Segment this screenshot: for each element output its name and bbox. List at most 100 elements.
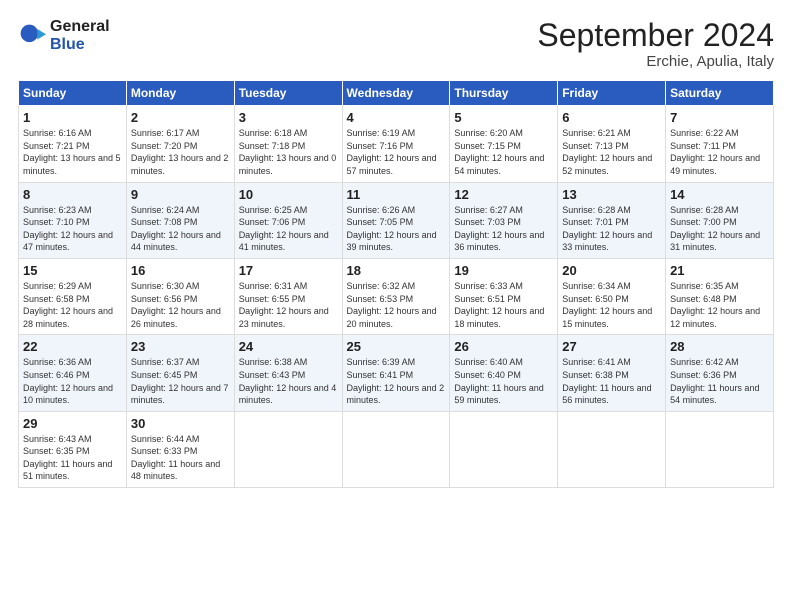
logo-general: General <box>50 18 110 36</box>
table-row <box>666 411 774 487</box>
cell-content: Sunrise: 6:34 AMSunset: 6:50 PMDaylight:… <box>562 280 661 330</box>
day-number: 21 <box>670 263 769 278</box>
cell-content: Sunrise: 6:42 AMSunset: 6:36 PMDaylight:… <box>670 356 769 406</box>
week-row-3: 15Sunrise: 6:29 AMSunset: 6:58 PMDayligh… <box>19 258 774 334</box>
table-row: 28 Sunrise: 6:42 AMSunset: 6:36 PMDayligh… <box>666 335 774 411</box>
day-number: 10 <box>239 187 338 202</box>
day-number: 27 <box>562 339 661 354</box>
cell-content: Sunrise: 6:38 AMSunset: 6:43 PMDaylight:… <box>239 356 338 406</box>
table-row: 25 Sunrise: 6:39 AMSunset: 6:41 PMDayligh… <box>342 335 450 411</box>
cell-content: Sunrise: 6:22 AMSunset: 7:11 PMDaylight:… <box>670 127 769 177</box>
table-row: 17Sunrise: 6:31 AMSunset: 6:55 PMDayligh… <box>234 258 342 334</box>
cell-content: Sunrise: 6:40 AMSunset: 6:40 PMDaylight:… <box>454 356 553 406</box>
table-row: 8Sunrise: 6:23 AMSunset: 7:10 PMDaylight… <box>19 182 127 258</box>
day-number: 5 <box>454 110 553 125</box>
cell-content: Sunrise: 6:24 AMSunset: 7:08 PMDaylight:… <box>131 204 230 254</box>
cell-content: Sunrise: 6:37 AMSunset: 6:45 PMDaylight:… <box>131 356 230 406</box>
day-number: 20 <box>562 263 661 278</box>
table-row: 29 Sunrise: 6:43 AMSunset: 6:35 PMDayligh… <box>19 411 127 487</box>
day-number: 25 <box>347 339 446 354</box>
day-number: 2 <box>131 110 230 125</box>
subtitle: Erchie, Apulia, Italy <box>537 53 774 70</box>
day-number: 14 <box>670 187 769 202</box>
day-number: 7 <box>670 110 769 125</box>
main-title: September 2024 <box>537 18 774 53</box>
table-row: 14Sunrise: 6:28 AMSunset: 7:00 PMDayligh… <box>666 182 774 258</box>
table-row: 13 Sunrise: 6:28 AMSunset: 7:01 PMDayligh… <box>558 182 666 258</box>
cell-content: Sunrise: 6:28 AMSunset: 7:01 PMDaylight:… <box>562 204 661 254</box>
day-number: 23 <box>131 339 230 354</box>
day-number: 16 <box>131 263 230 278</box>
cell-content: Sunrise: 6:20 AMSunset: 7:15 PMDaylight:… <box>454 127 553 177</box>
table-row: 18 Sunrise: 6:32 AMSunset: 6:53 PMDayligh… <box>342 258 450 334</box>
table-row: 7 Sunrise: 6:22 AMSunset: 7:11 PMDaylight… <box>666 106 774 182</box>
table-row: 6Sunrise: 6:21 AMSunset: 7:13 PMDaylight… <box>558 106 666 182</box>
table-row: 20 Sunrise: 6:34 AMSunset: 6:50 PMDayligh… <box>558 258 666 334</box>
table-row: 1Sunrise: 6:16 AMSunset: 7:21 PMDaylight… <box>19 106 127 182</box>
calendar-body: 1Sunrise: 6:16 AMSunset: 7:21 PMDaylight… <box>19 106 774 488</box>
col-sunday: Sunday <box>19 81 127 106</box>
cell-content: Sunrise: 6:39 AMSunset: 6:41 PMDaylight:… <box>347 356 446 406</box>
col-tuesday: Tuesday <box>234 81 342 106</box>
table-row: 19 Sunrise: 6:33 AMSunset: 6:51 PMDayligh… <box>450 258 558 334</box>
cell-content: Sunrise: 6:17 AMSunset: 7:20 PMDaylight:… <box>131 127 230 177</box>
cell-content: Sunrise: 6:41 AMSunset: 6:38 PMDaylight:… <box>562 356 661 406</box>
cell-content: Sunrise: 6:25 AMSunset: 7:06 PMDaylight:… <box>239 204 338 254</box>
cell-content: Sunrise: 6:27 AMSunset: 7:03 PMDaylight:… <box>454 204 553 254</box>
table-row: 16 Sunrise: 6:30 AMSunset: 6:56 PMDayligh… <box>126 258 234 334</box>
table-row <box>234 411 342 487</box>
table-row: 10 Sunrise: 6:25 AMSunset: 7:06 PMDayligh… <box>234 182 342 258</box>
table-row: 3 Sunrise: 6:18 AMSunset: 7:18 PMDaylight… <box>234 106 342 182</box>
day-number: 15 <box>23 263 122 278</box>
table-row: 15Sunrise: 6:29 AMSunset: 6:58 PMDayligh… <box>19 258 127 334</box>
table-row: 30Sunrise: 6:44 AMSunset: 6:33 PMDayligh… <box>126 411 234 487</box>
cell-content: Sunrise: 6:30 AMSunset: 6:56 PMDaylight:… <box>131 280 230 330</box>
week-row-4: 22Sunrise: 6:36 AMSunset: 6:46 PMDayligh… <box>19 335 774 411</box>
cell-content: Sunrise: 6:19 AMSunset: 7:16 PMDaylight:… <box>347 127 446 177</box>
cell-content: Sunrise: 6:33 AMSunset: 6:51 PMDaylight:… <box>454 280 553 330</box>
cell-content: Sunrise: 6:18 AMSunset: 7:18 PMDaylight:… <box>239 127 338 177</box>
calendar-table: Sunday Monday Tuesday Wednesday Thursday… <box>18 80 774 488</box>
day-number: 29 <box>23 416 122 431</box>
day-number: 24 <box>239 339 338 354</box>
day-number: 22 <box>23 339 122 354</box>
col-saturday: Saturday <box>666 81 774 106</box>
cell-content: Sunrise: 6:35 AMSunset: 6:48 PMDaylight:… <box>670 280 769 330</box>
day-number: 19 <box>454 263 553 278</box>
table-row: 2 Sunrise: 6:17 AMSunset: 7:20 PMDaylight… <box>126 106 234 182</box>
table-row: 21 Sunrise: 6:35 AMSunset: 6:48 PMDayligh… <box>666 258 774 334</box>
table-row <box>558 411 666 487</box>
header: General Blue September 2024 Erchie, Apul… <box>18 18 774 70</box>
logo: General Blue <box>18 18 110 53</box>
cell-content: Sunrise: 6:43 AMSunset: 6:35 PMDaylight:… <box>23 433 122 483</box>
week-row-1: 1Sunrise: 6:16 AMSunset: 7:21 PMDaylight… <box>19 106 774 182</box>
day-number: 12 <box>454 187 553 202</box>
cell-content: Sunrise: 6:31 AMSunset: 6:55 PMDaylight:… <box>239 280 338 330</box>
cell-content: Sunrise: 6:44 AMSunset: 6:33 PMDaylight:… <box>131 433 230 483</box>
day-number: 8 <box>23 187 122 202</box>
week-row-5: 29 Sunrise: 6:43 AMSunset: 6:35 PMDayligh… <box>19 411 774 487</box>
table-row <box>450 411 558 487</box>
title-block: September 2024 Erchie, Apulia, Italy <box>537 18 774 70</box>
cell-content: Sunrise: 6:26 AMSunset: 7:05 PMDaylight:… <box>347 204 446 254</box>
day-number: 28 <box>670 339 769 354</box>
day-number: 18 <box>347 263 446 278</box>
day-number: 6 <box>562 110 661 125</box>
day-number: 9 <box>131 187 230 202</box>
logo-text: General Blue <box>50 18 110 53</box>
page: General Blue September 2024 Erchie, Apul… <box>0 0 792 612</box>
table-row: 26Sunrise: 6:40 AMSunset: 6:40 PMDayligh… <box>450 335 558 411</box>
day-number: 1 <box>23 110 122 125</box>
col-wednesday: Wednesday <box>342 81 450 106</box>
logo-blue: Blue <box>50 36 110 54</box>
day-number: 11 <box>347 187 446 202</box>
logo-icon <box>18 22 46 50</box>
table-row: 23 Sunrise: 6:37 AMSunset: 6:45 PMDayligh… <box>126 335 234 411</box>
cell-content: Sunrise: 6:32 AMSunset: 6:53 PMDaylight:… <box>347 280 446 330</box>
table-row: 4Sunrise: 6:19 AMSunset: 7:16 PMDaylight… <box>342 106 450 182</box>
day-number: 3 <box>239 110 338 125</box>
day-number: 13 <box>562 187 661 202</box>
header-row: Sunday Monday Tuesday Wednesday Thursday… <box>19 81 774 106</box>
col-monday: Monday <box>126 81 234 106</box>
col-friday: Friday <box>558 81 666 106</box>
